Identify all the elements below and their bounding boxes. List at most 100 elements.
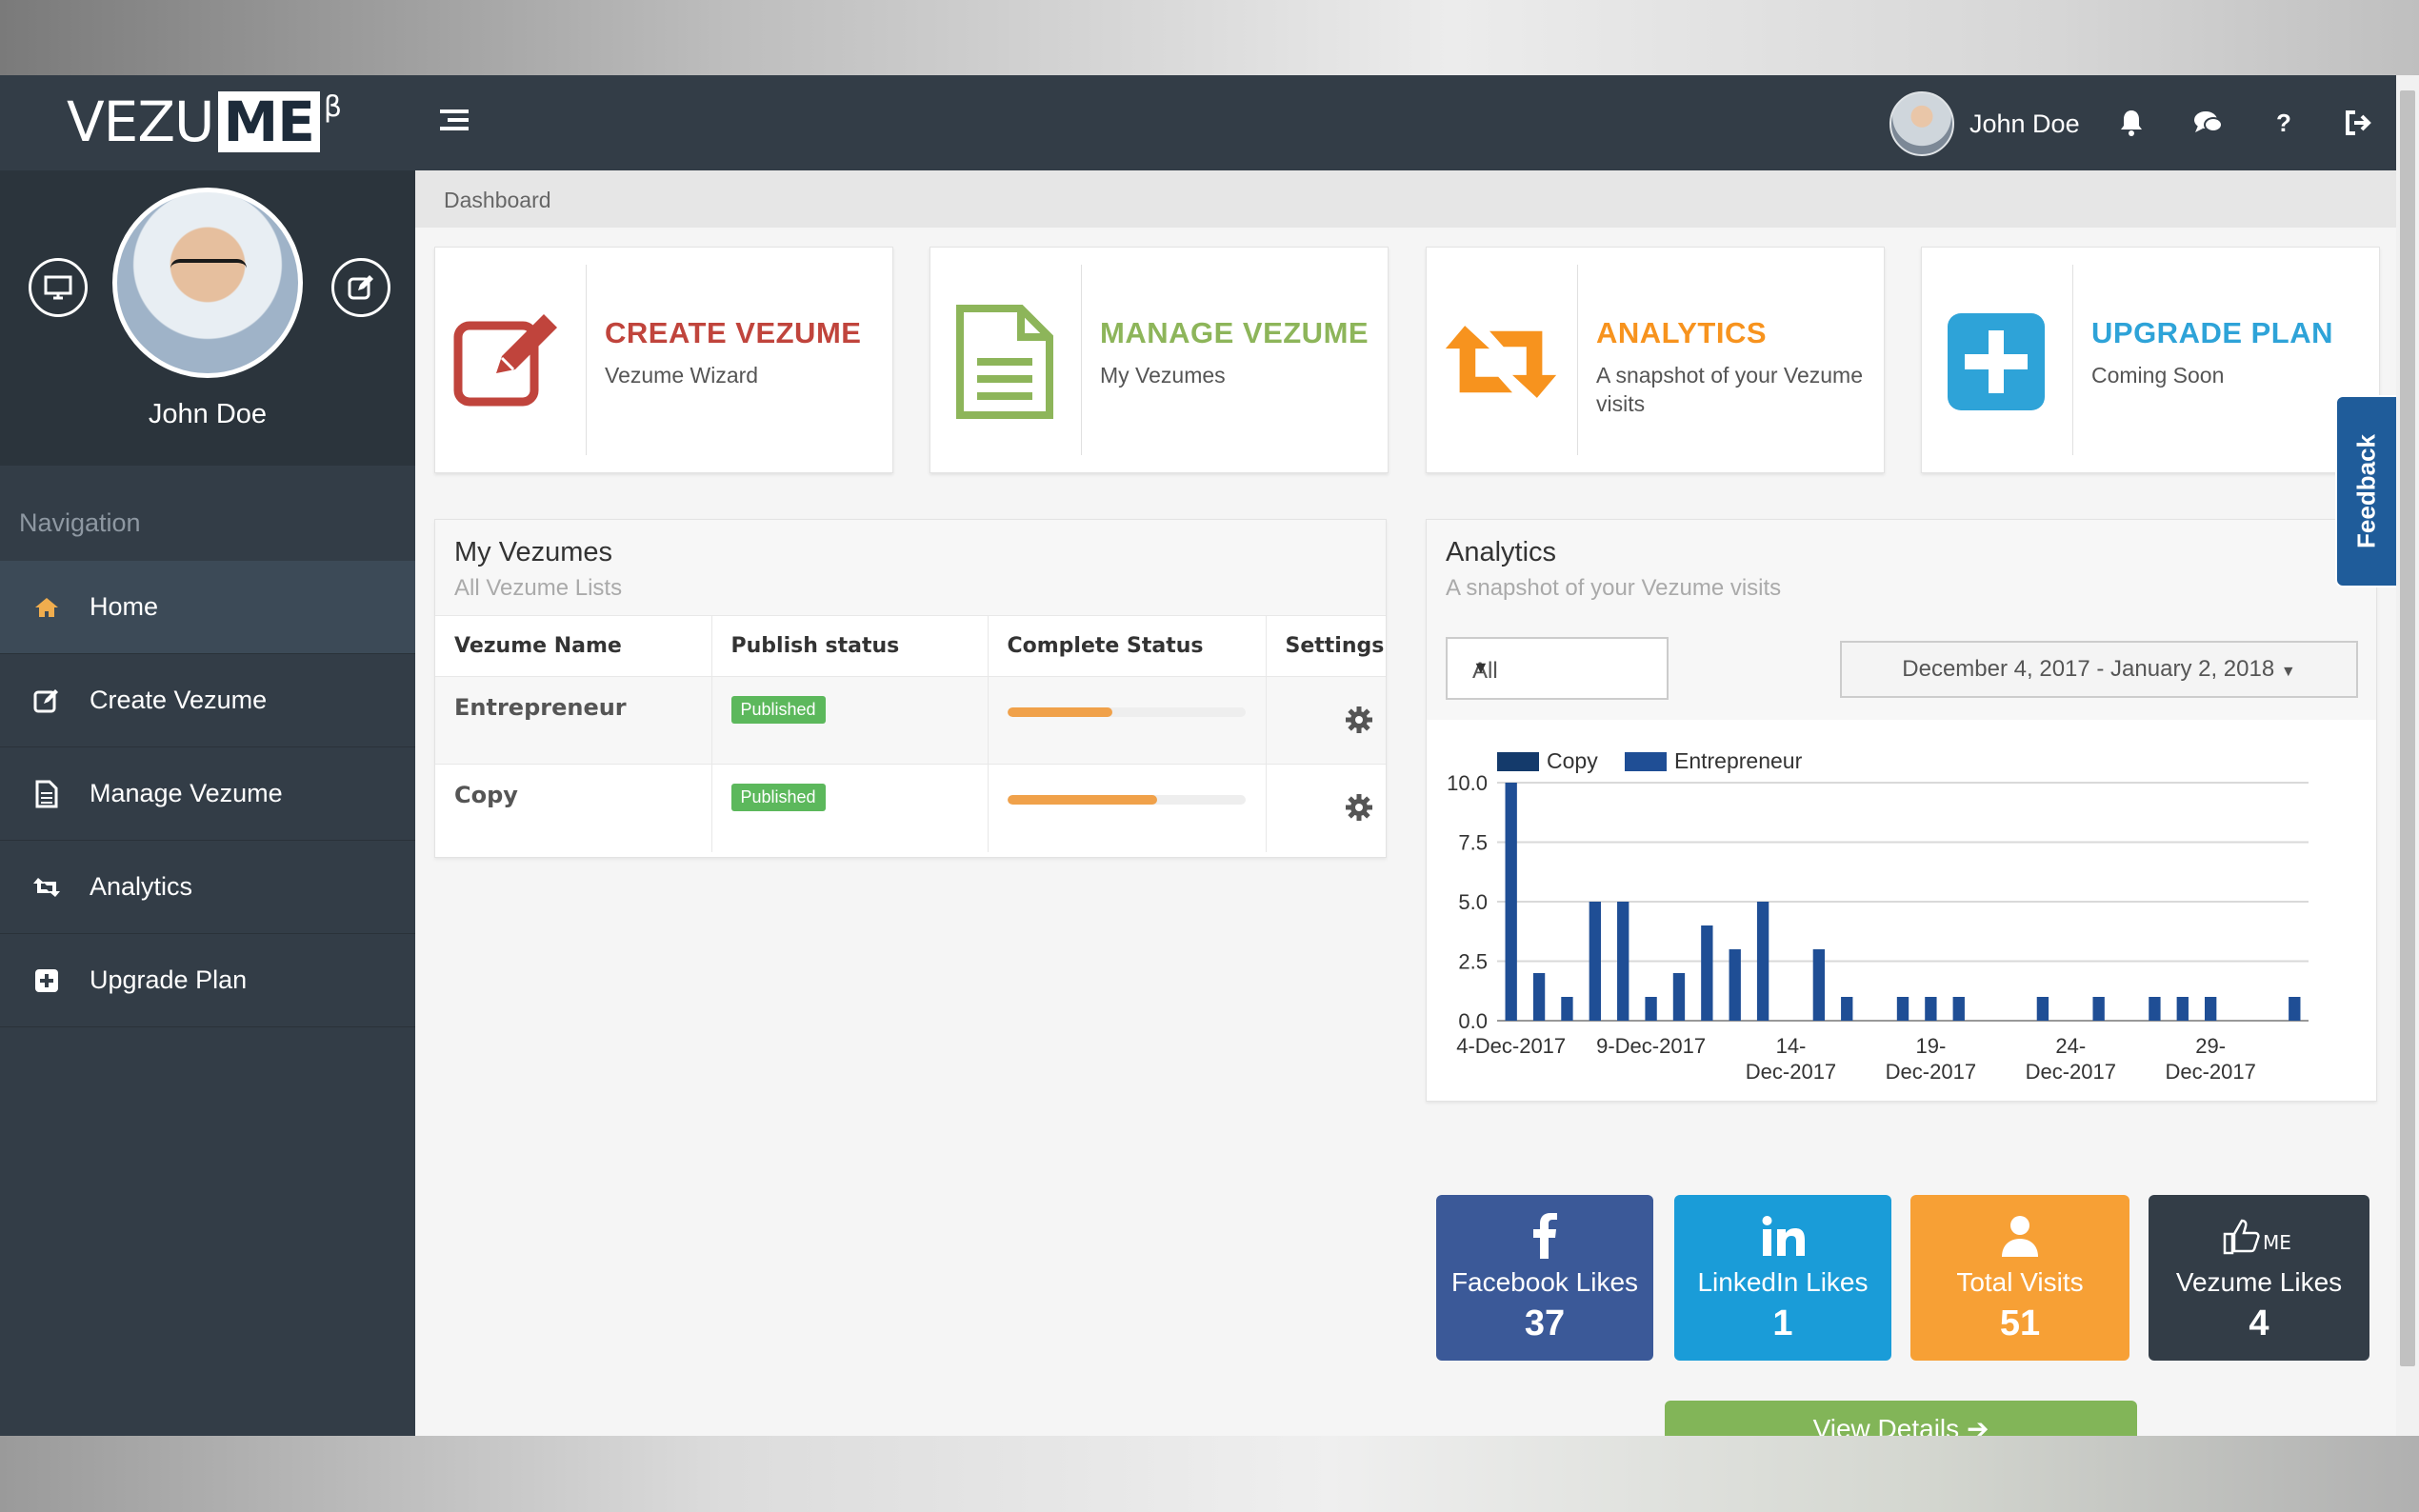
- logo-main-text: VEZU: [67, 90, 215, 154]
- legend-swatch: [1625, 752, 1667, 771]
- x-tick-label: 24-: [2055, 1034, 2086, 1058]
- profile-avatar: [112, 188, 303, 378]
- legend-label: Copy: [1547, 748, 1598, 773]
- vezume-filter-select[interactable]: All ▼: [1446, 637, 1669, 700]
- card-subtitle: My Vezumes: [1100, 363, 1226, 388]
- column-header[interactable]: Complete Status: [988, 615, 1267, 677]
- feedback-tab[interactable]: Feedback: [2335, 395, 2396, 587]
- column-header: Settings: [1266, 615, 1386, 677]
- stat-value: 51: [1999, 1303, 2041, 1343]
- date-range-picker[interactable]: December 4, 2017 - January 2, 2018 ▼: [1840, 641, 2358, 698]
- complete-progress-bar: [1007, 795, 1246, 805]
- upgrade-plan-card[interactable]: UPGRADE PLAN Coming Soon: [1921, 247, 2380, 473]
- panel-subtitle: All Vezume Lists: [454, 575, 623, 601]
- bar: [1645, 997, 1657, 1021]
- manage-vezume-card[interactable]: MANAGE VEZUME My Vezumes: [930, 247, 1389, 473]
- sidebar-item-manage-vezume[interactable]: Manage Vezume: [0, 747, 415, 841]
- breadcrumb-current[interactable]: Dashboard: [444, 188, 551, 213]
- bar: [1812, 949, 1826, 1021]
- edit-profile-icon[interactable]: [331, 258, 390, 317]
- logo[interactable]: VEZU ME β: [67, 90, 342, 154]
- feedback-label: Feedback: [2351, 434, 2381, 548]
- bar: [1589, 902, 1601, 1021]
- bar: [2205, 997, 2217, 1021]
- analytics-card[interactable]: ANALYTICS A snapshot of your Vezume visi…: [1426, 247, 1885, 473]
- total-visits-tile[interactable]: Total Visits 51: [1910, 1195, 2129, 1361]
- top-bar: VEZU ME β John Doe ?: [0, 75, 2396, 170]
- stat-label: Facebook Likes: [1450, 1267, 1639, 1297]
- complete-progress-bar: [1007, 707, 1246, 717]
- sidebar-item-home[interactable]: Home: [0, 561, 415, 654]
- vezume-name[interactable]: Entrepreneur: [435, 676, 712, 765]
- table-row: Entrepreneur Published: [435, 676, 1386, 765]
- bar: [1561, 997, 1573, 1021]
- bar: [1729, 949, 1741, 1021]
- desktop-background-top: [0, 0, 2419, 75]
- create-vezume-card[interactable]: CREATE VEZUME Vezume Wizard: [434, 247, 893, 473]
- status-badge: Published: [730, 696, 826, 724]
- gear-icon[interactable]: [1345, 706, 1373, 734]
- user-menu[interactable]: John Doe: [1889, 90, 2080, 157]
- bar: [1841, 997, 1853, 1021]
- app-window: VEZU ME β John Doe ? John Doe Navigation…: [0, 75, 2419, 1436]
- x-tick-label: Dec-2017: [2026, 1060, 2116, 1084]
- y-tick-label: 10.0: [1447, 771, 1488, 795]
- nav-title: Navigation: [19, 508, 141, 537]
- sidebar-item-analytics[interactable]: Analytics: [0, 841, 415, 934]
- stat-label: LinkedIn Likes: [1697, 1267, 1869, 1297]
- logout-icon[interactable]: [2339, 104, 2377, 142]
- my-vezumes-panel: My Vezumes All Vezume Lists Vezume Name …: [434, 519, 1387, 858]
- scrollbar-thumb[interactable]: [2400, 90, 2415, 1366]
- column-header[interactable]: Vezume Name: [435, 615, 712, 677]
- bar: [1896, 997, 1909, 1021]
- status-badge: Published: [730, 784, 826, 811]
- edit-icon: [32, 687, 61, 714]
- avatar: [1889, 91, 1954, 156]
- analytics-chart: Copy Entrepreneur 0.0 2.5 5.0 7.5 10.0 4-Dec-20…: [1447, 748, 2309, 1084]
- progress-fill: [1007, 795, 1157, 805]
- panel-title: Analytics: [1446, 537, 1557, 567]
- bar: [2036, 997, 2049, 1021]
- linkedin-likes-tile[interactable]: LinkedIn Likes 1: [1674, 1195, 1891, 1361]
- table-row: Copy Published: [435, 764, 1386, 852]
- help-icon[interactable]: ?: [2265, 104, 2303, 142]
- linkedin-icon: [1674, 1212, 1891, 1260]
- sidebar-item-upgrade-plan[interactable]: Upgrade Plan: [0, 934, 415, 1027]
- y-tick-label: 2.5: [1458, 950, 1488, 974]
- stat-value: 1: [1772, 1303, 1793, 1343]
- legend-label: Entrepreneur: [1674, 748, 1803, 773]
- bar: [1672, 973, 1686, 1021]
- facebook-likes-tile[interactable]: Facebook Likes 37: [1436, 1195, 1653, 1361]
- panel-title: My Vezumes: [454, 537, 612, 567]
- sidebar-item-create-vezume[interactable]: Create Vezume: [0, 654, 415, 747]
- card-subtitle: Coming Soon: [2091, 363, 2225, 388]
- column-header[interactable]: Publish status: [711, 615, 989, 677]
- menu-toggle-icon[interactable]: [440, 109, 469, 134]
- vezume-likes-tile[interactable]: ME Vezume Likes 4: [2149, 1195, 2369, 1361]
- chat-icon[interactable]: [2189, 104, 2227, 142]
- x-tick-label: 4-Dec-2017: [1456, 1034, 1566, 1058]
- view-details-button[interactable]: View Details ➔: [1665, 1401, 2137, 1436]
- x-tick-label: 29-: [2195, 1034, 2226, 1058]
- card-title: UPGRADE PLAN: [2091, 316, 2334, 349]
- profile-panel: John Doe: [0, 170, 415, 466]
- gear-icon[interactable]: [1345, 793, 1373, 822]
- monitor-icon[interactable]: [29, 258, 88, 317]
- legend-swatch: [1497, 752, 1539, 771]
- x-tick-label: Dec-2017: [1746, 1060, 1836, 1084]
- sidebar-item-label: Create Vezume: [90, 686, 268, 714]
- view-details-label: View Details: [1812, 1414, 1960, 1436]
- scrollbar[interactable]: [2396, 75, 2419, 1436]
- svg-text:ME: ME: [2263, 1231, 2291, 1254]
- card-title: MANAGE VEZUME: [1100, 316, 1369, 349]
- breadcrumb: Dashboard: [415, 170, 2396, 228]
- plus-square-icon: [1939, 305, 2053, 419]
- sidebar-item-label: Home: [90, 592, 159, 621]
- bar: [1952, 997, 1965, 1021]
- plus-square-icon: [32, 968, 61, 993]
- logo-beta-text: β: [323, 90, 342, 124]
- bell-icon[interactable]: [2112, 104, 2150, 142]
- bar: [1701, 925, 1713, 1021]
- vezume-name[interactable]: Copy: [435, 764, 712, 852]
- desktop-background-bottom: [0, 1436, 2419, 1512]
